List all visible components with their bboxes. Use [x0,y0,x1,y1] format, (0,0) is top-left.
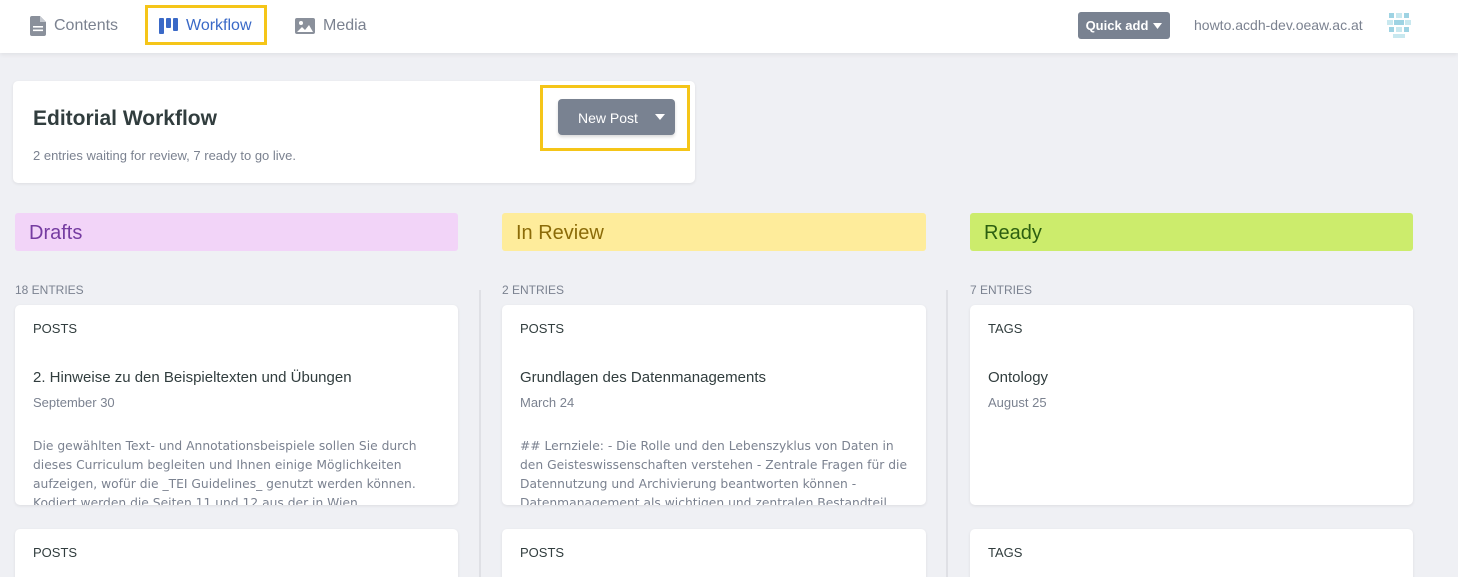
column-header-drafts: Drafts [15,213,458,251]
entries-count-in-review: 2 ENTRIES [502,283,565,297]
document-icon [30,16,46,36]
entry-card[interactable]: TAGS Ontology August 25 [970,305,1413,505]
new-post-button[interactable]: New Post [558,99,675,135]
new-post-label: New Post [578,110,638,126]
card-date: September 30 [33,395,115,410]
card-collection-label: TAGS [988,321,1023,336]
card-date: August 25 [988,395,1047,410]
entries-count-ready: 7 ENTRIES [970,283,1033,297]
column-header-in-review: In Review [502,213,926,251]
card-title: Grundlagen des Datenmanagements [520,369,766,386]
card-title: Ontology [988,369,1049,386]
card-collection-label: POSTS [520,545,565,560]
card-collection-label: TAGS [988,545,1023,560]
nav-tab-contents-label: Contents [54,17,119,34]
card-collection-label: POSTS [33,545,78,560]
column-divider [946,290,948,577]
nav-tab-media-label: Media [323,17,367,34]
card-date: March 24 [520,395,575,410]
entry-card[interactable]: POSTS [502,529,926,577]
nav-tab-media[interactable]: Media [295,14,367,38]
card-excerpt: ## Lernziele: - Die Rolle und den Lebens… [520,439,908,505]
card-title: 2. Hinweise zu den Beispieltexten und Üb… [33,369,352,386]
caret-down-icon [1153,22,1163,29]
entry-card[interactable]: POSTS 2. Hinweise zu den Beispieltexten … [15,305,458,505]
entry-card[interactable]: TAGS [970,529,1413,577]
user-avatar[interactable] [1383,9,1415,41]
workflow-tab-highlight [145,5,267,45]
column-divider [479,290,481,577]
image-icon [295,18,315,34]
site-url-link[interactable]: howto.acdh-dev.oeaw.ac.at [1194,17,1363,33]
nav-tab-contents[interactable]: Contents [30,14,118,38]
quick-add-label: Quick add [1085,18,1149,33]
workflow-summary: 2 entries waiting for review, 7 ready to… [33,148,297,163]
card-excerpt: Die gewählten Text- und Annotationsbeisp… [33,439,417,505]
quick-add-button[interactable]: Quick add [1078,12,1170,39]
caret-down-icon [655,114,665,120]
column-header-ready: Ready [970,213,1413,251]
card-collection-label: POSTS [33,321,78,336]
identicon-icon [1383,9,1415,41]
page-title: Editorial Workflow [33,107,217,130]
entry-card[interactable]: POSTS [15,529,458,577]
entry-card[interactable]: POSTS Grundlagen des Datenmanagements Ma… [502,305,926,505]
card-collection-label: POSTS [520,321,565,336]
entries-count-drafts: 18 ENTRIES [15,283,84,297]
